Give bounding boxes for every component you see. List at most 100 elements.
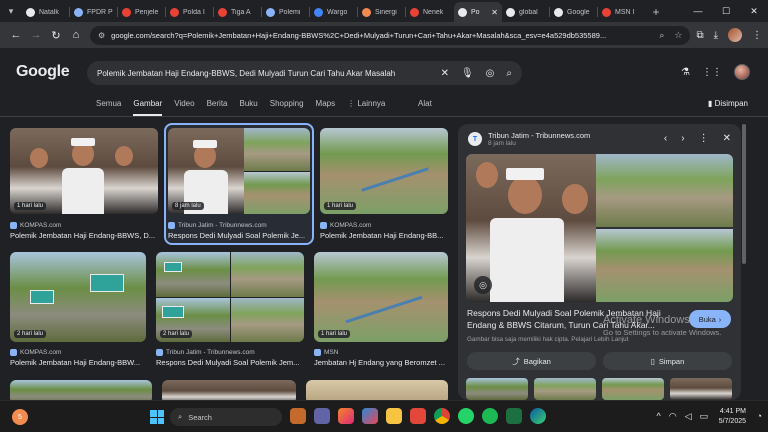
- filter-all[interactable]: Semua: [96, 99, 121, 116]
- volume-icon[interactable]: ◁: [685, 411, 692, 422]
- teams-icon[interactable]: [314, 408, 330, 424]
- browser-tab[interactable]: Polemi: [262, 2, 310, 22]
- result-caption[interactable]: Jembatan Hj Endang yang Beromzet ...: [314, 358, 448, 367]
- address-bar[interactable]: ⚙ google.com/search?q=Polemik+Jembatan+H…: [90, 25, 691, 45]
- filter-maps[interactable]: Maps: [316, 99, 336, 116]
- bookmark-star-icon[interactable]: ☆: [674, 30, 682, 41]
- image-result[interactable]: 1 hari lalu KOMPAS.com Polemik Jembatan …: [320, 128, 448, 240]
- chrome-icon[interactable]: [434, 408, 450, 424]
- image-result[interactable]: 2 hari lalu Tribun Jatim - Tribunnews.co…: [156, 252, 304, 368]
- clear-icon[interactable]: ✕: [441, 68, 449, 79]
- back-icon[interactable]: ←: [6, 25, 26, 45]
- browser-tab[interactable]: FPDR P: [70, 2, 118, 22]
- previous-icon[interactable]: ‹: [664, 133, 667, 144]
- microphone-icon[interactable]: 🎙: [461, 68, 474, 79]
- copyright-note[interactable]: Gambar bisa saja memiliki hak cipta. Pel…: [467, 336, 628, 343]
- file-explorer-icon[interactable]: [386, 408, 402, 424]
- image-result-partial[interactable]: [162, 380, 296, 400]
- search-query[interactable]: Polemik Jembatan Haji Endang-BBWS, Dedi …: [97, 69, 441, 78]
- browser-tab-active[interactable]: Po ✕: [454, 2, 502, 22]
- filter-more[interactable]: ⋮ Lainnya: [347, 99, 385, 116]
- filter-books[interactable]: Buku: [240, 99, 258, 116]
- download-icon[interactable]: ⤓: [714, 30, 718, 41]
- edge-icon[interactable]: [530, 408, 546, 424]
- result-caption[interactable]: Polemik Jembatan Haji Endang-BBWS, D...: [10, 231, 158, 240]
- store-icon[interactable]: [410, 408, 426, 424]
- browser-tab[interactable]: Tiga A: [214, 2, 262, 22]
- notification-bell-icon[interactable]: ◔: [757, 411, 762, 421]
- site-info-icon[interactable]: ⚙: [98, 31, 105, 40]
- saved-button[interactable]: ▮ Disimpan: [708, 99, 748, 108]
- close-window-icon[interactable]: ✕: [740, 0, 768, 22]
- minimize-icon[interactable]: —: [684, 0, 712, 22]
- reload-icon[interactable]: ↻: [46, 25, 66, 45]
- browser-menu-icon[interactable]: ⋮: [752, 30, 762, 41]
- account-avatar[interactable]: [734, 64, 750, 80]
- image-result-selected[interactable]: 8 jam lalu Tribun Jatim - Tribunnews.com…: [168, 128, 310, 240]
- profile-avatar[interactable]: [728, 28, 742, 42]
- tools-button[interactable]: Alat: [418, 99, 432, 108]
- browser-tab[interactable]: MSN I: [598, 2, 646, 22]
- filter-shopping[interactable]: Shopping: [270, 99, 304, 116]
- tab-search-icon[interactable]: ▾: [0, 0, 22, 22]
- filter-news[interactable]: Berita: [207, 99, 228, 116]
- browser-tab[interactable]: global: [502, 2, 550, 22]
- result-thumbnail[interactable]: 2 hari lalu: [10, 252, 146, 342]
- apps-grid-icon[interactable]: ⋮⋮: [702, 67, 722, 78]
- zoom-search-icon[interactable]: ⌕: [659, 30, 664, 41]
- image-result-partial[interactable]: [10, 380, 152, 400]
- weather-widget-icon[interactable]: 5: [12, 409, 28, 425]
- result-thumbnail[interactable]: 1 hari lalu: [314, 252, 448, 342]
- browser-tab[interactable]: Polda I: [166, 2, 214, 22]
- excel-icon[interactable]: [506, 408, 522, 424]
- result-thumbnail[interactable]: 2 hari lalu: [156, 252, 304, 342]
- people-app-icon[interactable]: [290, 408, 306, 424]
- browser-tab[interactable]: Sinergi: [358, 2, 406, 22]
- new-tab-button[interactable]: +: [646, 2, 666, 22]
- result-caption[interactable]: Polemik Jembatan Haji Endang-BB...: [320, 231, 448, 240]
- labs-flask-icon[interactable]: ⚗: [681, 67, 690, 78]
- search-icon[interactable]: ⌕: [506, 68, 512, 79]
- image-result[interactable]: 1 hari lalu MSN Jembatan Hj Endang yang …: [314, 252, 448, 368]
- save-button[interactable]: ▯ Simpan: [603, 352, 732, 370]
- browser-tab[interactable]: Google: [550, 2, 598, 22]
- result-caption[interactable]: Polemik Jembatan Haji Endang-BBW...: [10, 358, 146, 367]
- result-caption[interactable]: Respons Dedi Mulyadi Soal Polemik Jem...: [156, 358, 304, 367]
- scrollbar[interactable]: [742, 124, 746, 264]
- taskbar-search[interactable]: ⌕ Search: [170, 408, 282, 426]
- result-thumbnail[interactable]: 1 hari lalu: [10, 128, 158, 214]
- preview-image[interactable]: ◎: [466, 154, 733, 302]
- filter-images[interactable]: Gambar: [133, 99, 163, 116]
- system-clock[interactable]: 4:41 PM 5/7/2025: [719, 407, 746, 427]
- instagram-icon[interactable]: [338, 408, 354, 424]
- browser-tab[interactable]: Nenek: [406, 2, 454, 22]
- close-icon[interactable]: ✕: [723, 133, 731, 144]
- result-thumbnail[interactable]: 1 hari lalu: [320, 128, 448, 214]
- google-logo[interactable]: Google: [16, 63, 70, 81]
- result-caption[interactable]: Respons Dedi Mulyadi Soal Polemik Je...: [168, 231, 310, 240]
- image-result[interactable]: 1 hari lalu KOMPAS.com Polemik Jembatan …: [10, 128, 158, 240]
- share-button[interactable]: ⤴ Bagikan: [467, 352, 596, 370]
- maximize-icon[interactable]: ☐: [712, 0, 740, 22]
- battery-icon[interactable]: ▭: [699, 411, 708, 422]
- wifi-icon[interactable]: ◠: [669, 411, 677, 422]
- chevron-up-icon[interactable]: ^: [656, 411, 660, 422]
- close-tab-icon[interactable]: ✕: [491, 8, 498, 17]
- next-icon[interactable]: ›: [681, 133, 684, 144]
- preview-source[interactable]: Tribun Jatim - Tribunnews.com: [488, 131, 590, 140]
- browser-tab[interactable]: Wargo: [310, 2, 358, 22]
- image-result-partial[interactable]: [306, 380, 448, 400]
- forward-icon[interactable]: →: [26, 25, 46, 45]
- related-thumb[interactable]: [602, 378, 664, 400]
- whatsapp-icon[interactable]: [458, 408, 474, 424]
- related-thumb[interactable]: [670, 378, 732, 400]
- extensions-icon[interactable]: ⧉: [696, 30, 703, 41]
- spotify-icon[interactable]: [482, 408, 498, 424]
- copilot-icon[interactable]: [362, 408, 378, 424]
- lens-icon[interactable]: ◎: [486, 68, 495, 79]
- related-thumb[interactable]: [534, 378, 596, 400]
- filter-video[interactable]: Video: [174, 99, 194, 116]
- image-result[interactable]: 2 hari lalu KOMPAS.com Polemik Jembatan …: [10, 252, 146, 368]
- google-lens-icon[interactable]: ◎: [474, 276, 492, 294]
- home-icon[interactable]: ⌂: [66, 25, 86, 45]
